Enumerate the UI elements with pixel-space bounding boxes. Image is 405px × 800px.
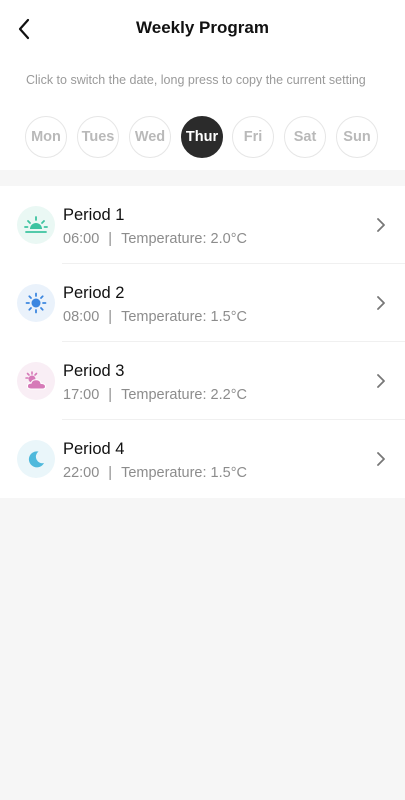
separator: | [108,231,113,247]
period-details: 22:00 | Temperature: 1.5°C [63,465,247,481]
period-details: 06:00 | Temperature: 2.0°C [63,231,247,247]
hint-text: Click to switch the date, long press to … [26,73,366,87]
period-row-2[interactable]: Period 2 08:00 | Temperature: 1.5°C [0,264,405,342]
weekly-program-screen: Weekly Program Click to switch the date,… [0,0,405,800]
period-row-1[interactable]: Period 1 06:00 | Temperature: 2.0°C [0,186,405,264]
period-icon-badge [17,440,55,478]
period-row-3[interactable]: Period 3 17:00 | Temperature: 2.2°C [0,342,405,420]
sunrise-icon [24,216,48,233]
period-temperature: Temperature: 2.2°C [121,387,247,403]
chevron-right-icon [377,374,385,388]
day-mon[interactable]: Mon [25,116,67,158]
period-temperature: Temperature: 1.5°C [121,465,247,481]
period-row-4[interactable]: Period 4 22:00 | Temperature: 1.5°C [0,420,405,498]
day-selector: Mon Tues Wed Thur Fri Sat Sun [25,116,381,160]
day-thur[interactable]: Thur [181,116,223,158]
period-time: 17:00 [63,387,100,403]
header-panel: Weekly Program Click to switch the date,… [0,0,405,170]
sun-icon [25,292,47,314]
period-details: 17:00 | Temperature: 2.2°C [63,387,247,403]
separator: | [108,309,113,325]
period-list: Period 1 06:00 | Temperature: 2.0°C Peri… [0,186,405,498]
page-title: Weekly Program [136,18,269,37]
chevron-right-icon [377,452,385,466]
nav-bar: Weekly Program [0,0,405,60]
moon-icon [28,451,44,468]
period-name: Period 4 [63,440,125,458]
period-time: 06:00 [63,231,100,247]
period-time: 22:00 [63,465,100,481]
period-icon-badge [17,362,55,400]
chevron-right-icon [377,218,385,232]
period-icon-badge [17,284,55,322]
day-wed[interactable]: Wed [129,116,171,158]
period-time: 08:00 [63,309,100,325]
cloudy-sun-icon [25,371,47,390]
period-name: Period 1 [63,206,125,224]
separator: | [108,465,113,481]
period-temperature: Temperature: 2.0°C [121,231,247,247]
period-details: 08:00 | Temperature: 1.5°C [63,309,247,325]
period-temperature: Temperature: 1.5°C [121,309,247,325]
day-tues[interactable]: Tues [77,116,119,158]
period-icon-badge [17,206,55,244]
day-sun[interactable]: Sun [336,116,378,158]
period-name: Period 3 [63,362,125,380]
chevron-right-icon [377,296,385,310]
day-sat[interactable]: Sat [284,116,326,158]
day-fri[interactable]: Fri [232,116,274,158]
separator: | [108,387,113,403]
period-name: Period 2 [63,284,125,302]
